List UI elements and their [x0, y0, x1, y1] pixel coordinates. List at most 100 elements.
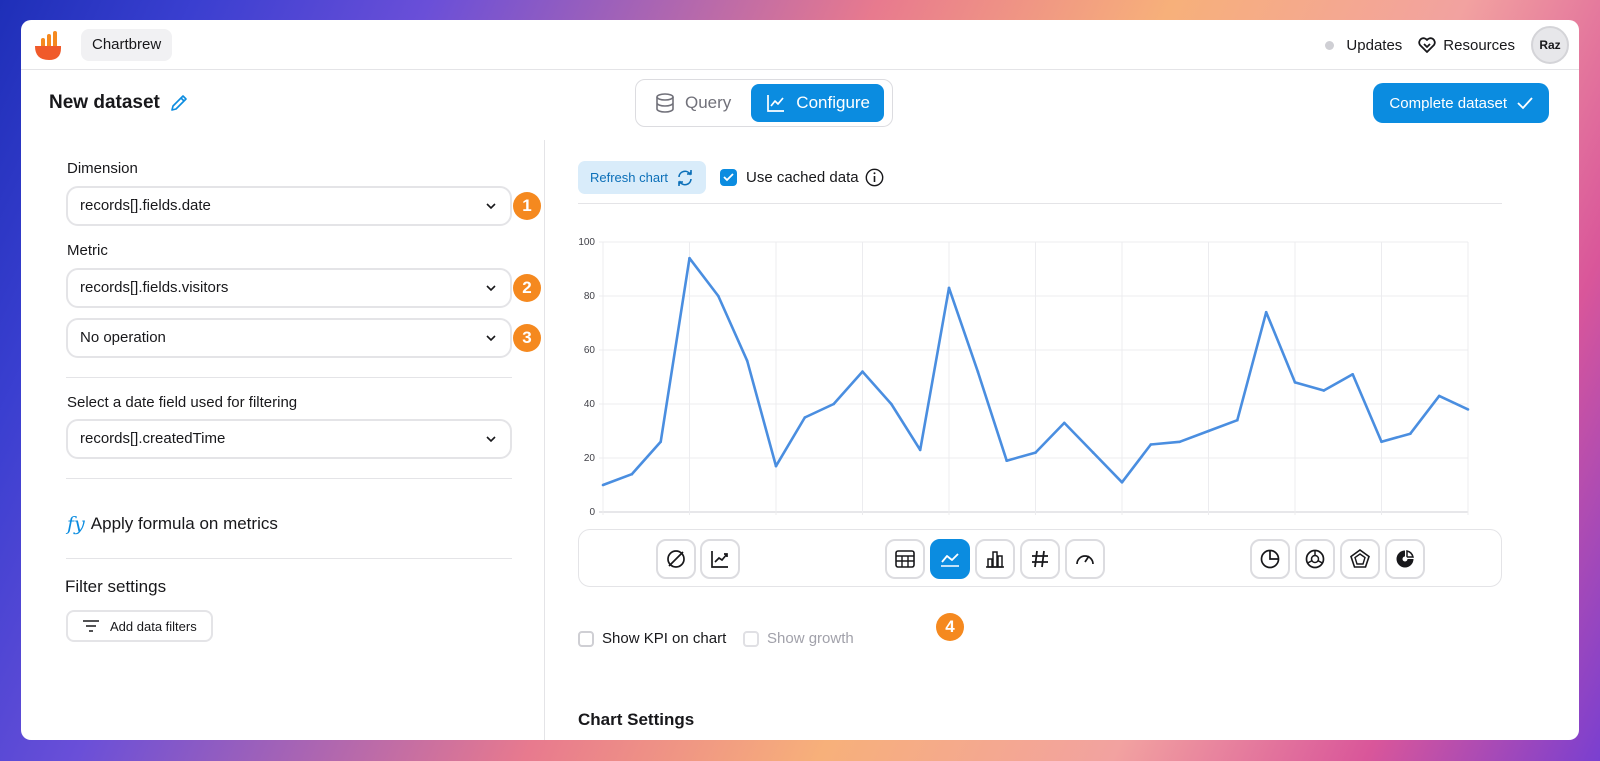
top-bar: Chartbrew Updates Resources Raz: [21, 20, 1579, 70]
data-point: [1207, 429, 1210, 433]
chart-type-none-button[interactable]: [656, 539, 696, 579]
chevron-down-icon: [486, 436, 496, 443]
hash-icon: [1032, 550, 1048, 568]
chartbrew-logo-icon[interactable]: [33, 30, 65, 62]
show-growth-label: Show growth: [767, 630, 854, 647]
chart-type-bar-button[interactable]: [975, 539, 1015, 579]
show-kpi-toggle[interactable]: Show KPI on chart: [578, 630, 726, 647]
pencil-icon[interactable]: [169, 93, 189, 113]
y-tick-label: 100: [578, 237, 595, 248]
operation-value: No operation: [80, 329, 166, 346]
date-field-value: records[].createdTime: [80, 430, 226, 447]
tab-query[interactable]: Query: [640, 84, 743, 122]
slash-circle-icon: [667, 550, 685, 568]
refresh-chart-label: Refresh chart: [590, 170, 669, 185]
date-field-select[interactable]: records[].createdTime: [66, 419, 512, 459]
filter-settings-title: Filter settings: [65, 577, 167, 596]
refresh-icon: [678, 169, 692, 186]
chart-type-table-button[interactable]: [885, 539, 925, 579]
line-chart-icon: [767, 95, 785, 112]
chart-type-pie-button[interactable]: [1250, 539, 1290, 579]
pie-chart-icon: [1260, 549, 1280, 569]
checkbox-checked-icon[interactable]: [720, 169, 737, 186]
radar-chart-icon: [1350, 549, 1370, 568]
add-data-filters-label: Add data filters: [110, 618, 197, 634]
complete-dataset-button[interactable]: Complete dataset: [1373, 83, 1549, 123]
chart-settings-title: Chart Settings: [578, 710, 695, 729]
app-name[interactable]: Chartbrew: [81, 29, 173, 61]
table-icon: [895, 550, 915, 568]
checkbox-unchecked-icon[interactable]: [743, 630, 759, 647]
metric-select[interactable]: records[].fields.visitors: [66, 268, 512, 308]
divider: [66, 478, 512, 479]
chevron-down-icon: [486, 203, 496, 210]
chart-type-polar-button[interactable]: [1295, 539, 1335, 579]
step-badge-3: 3: [513, 324, 541, 352]
heart-handshake-icon: [1418, 37, 1436, 53]
app-window: Chartbrew Updates Resources Raz New data…: [21, 20, 1579, 740]
dataset-config-panel: Dimension records[].fields.date 1 Metric…: [21, 140, 545, 740]
use-cached-data-toggle[interactable]: Use cached data: [720, 168, 884, 187]
data-point: [947, 286, 951, 290]
show-growth-toggle[interactable]: Show growth: [743, 630, 854, 647]
data-point: [918, 448, 922, 452]
data-point: [745, 359, 749, 363]
metric-label: Metric: [67, 242, 108, 259]
dimension-value: records[].fields.date: [80, 197, 211, 214]
step-badge-4: 4: [936, 613, 964, 641]
data-point: [1063, 421, 1066, 425]
polar-chart-icon: [1305, 549, 1325, 569]
chart-preview-panel: Refresh chart Use cached data 0 20 40 60 80 1…: [578, 140, 1508, 740]
formula-icon: fy: [67, 513, 85, 535]
query-configure-toggle: Query Configure: [635, 79, 893, 127]
database-icon: [656, 93, 674, 113]
checkbox-unchecked-icon[interactable]: [578, 630, 594, 647]
dimension-label: Dimension: [67, 160, 138, 177]
updates-label: Updates: [1346, 36, 1403, 54]
avatar[interactable]: Raz: [1531, 26, 1569, 64]
line-chart-icon: [941, 553, 959, 567]
apply-formula-button[interactable]: fy Apply formula on metrics: [67, 513, 278, 535]
add-data-filters-button[interactable]: Add data filters: [66, 610, 213, 642]
y-tick-label: 40: [584, 399, 596, 410]
resources-label: Resources: [1443, 36, 1515, 54]
chart-type-line-button[interactable]: [930, 539, 970, 579]
step-badge-2: 2: [513, 274, 541, 302]
tab-configure[interactable]: Configure: [751, 84, 885, 122]
data-point: [1005, 459, 1008, 462]
updates-dot-icon: [1325, 40, 1335, 50]
chart-type-number-button[interactable]: [1020, 539, 1060, 579]
chart-type-doughnut-button[interactable]: [1385, 539, 1425, 579]
chevron-down-icon: [486, 285, 496, 292]
data-point: [1264, 310, 1268, 314]
operation-select[interactable]: No operation: [66, 318, 512, 358]
divider: [66, 558, 512, 559]
data-point: [1236, 418, 1239, 422]
chart-type-radar-button[interactable]: [1340, 539, 1380, 579]
chart-type-gauge-button[interactable]: [1065, 539, 1105, 579]
data-point: [1380, 440, 1383, 444]
data-point: [1178, 440, 1181, 444]
resources-link[interactable]: Resources: [1418, 37, 1515, 54]
info-icon[interactable]: [865, 168, 884, 187]
chart-type-selector: [578, 529, 1502, 587]
divider: [578, 203, 1502, 204]
chart-type-trend-button[interactable]: [700, 539, 740, 579]
data-point: [1466, 408, 1470, 411]
show-kpi-label: Show KPI on chart: [602, 630, 727, 647]
refresh-chart-button[interactable]: Refresh chart: [578, 161, 707, 194]
data-point: [890, 402, 893, 406]
data-point: [803, 416, 807, 419]
updates-link[interactable]: Updates: [1346, 37, 1402, 54]
page-header: New dataset Query Configure Complete dat…: [21, 70, 1579, 140]
data-point: [659, 440, 662, 444]
data-point: [601, 483, 605, 487]
doughnut-chart-icon: [1396, 550, 1414, 568]
data-point: [630, 472, 634, 476]
data-point: [688, 256, 691, 260]
bar-chart-icon: [986, 551, 1004, 568]
apply-formula-label: Apply formula on metrics: [90, 514, 278, 533]
divider: [66, 377, 512, 378]
use-cached-data-label: Use cached data: [746, 169, 859, 186]
dimension-select[interactable]: records[].fields.date: [66, 186, 512, 226]
